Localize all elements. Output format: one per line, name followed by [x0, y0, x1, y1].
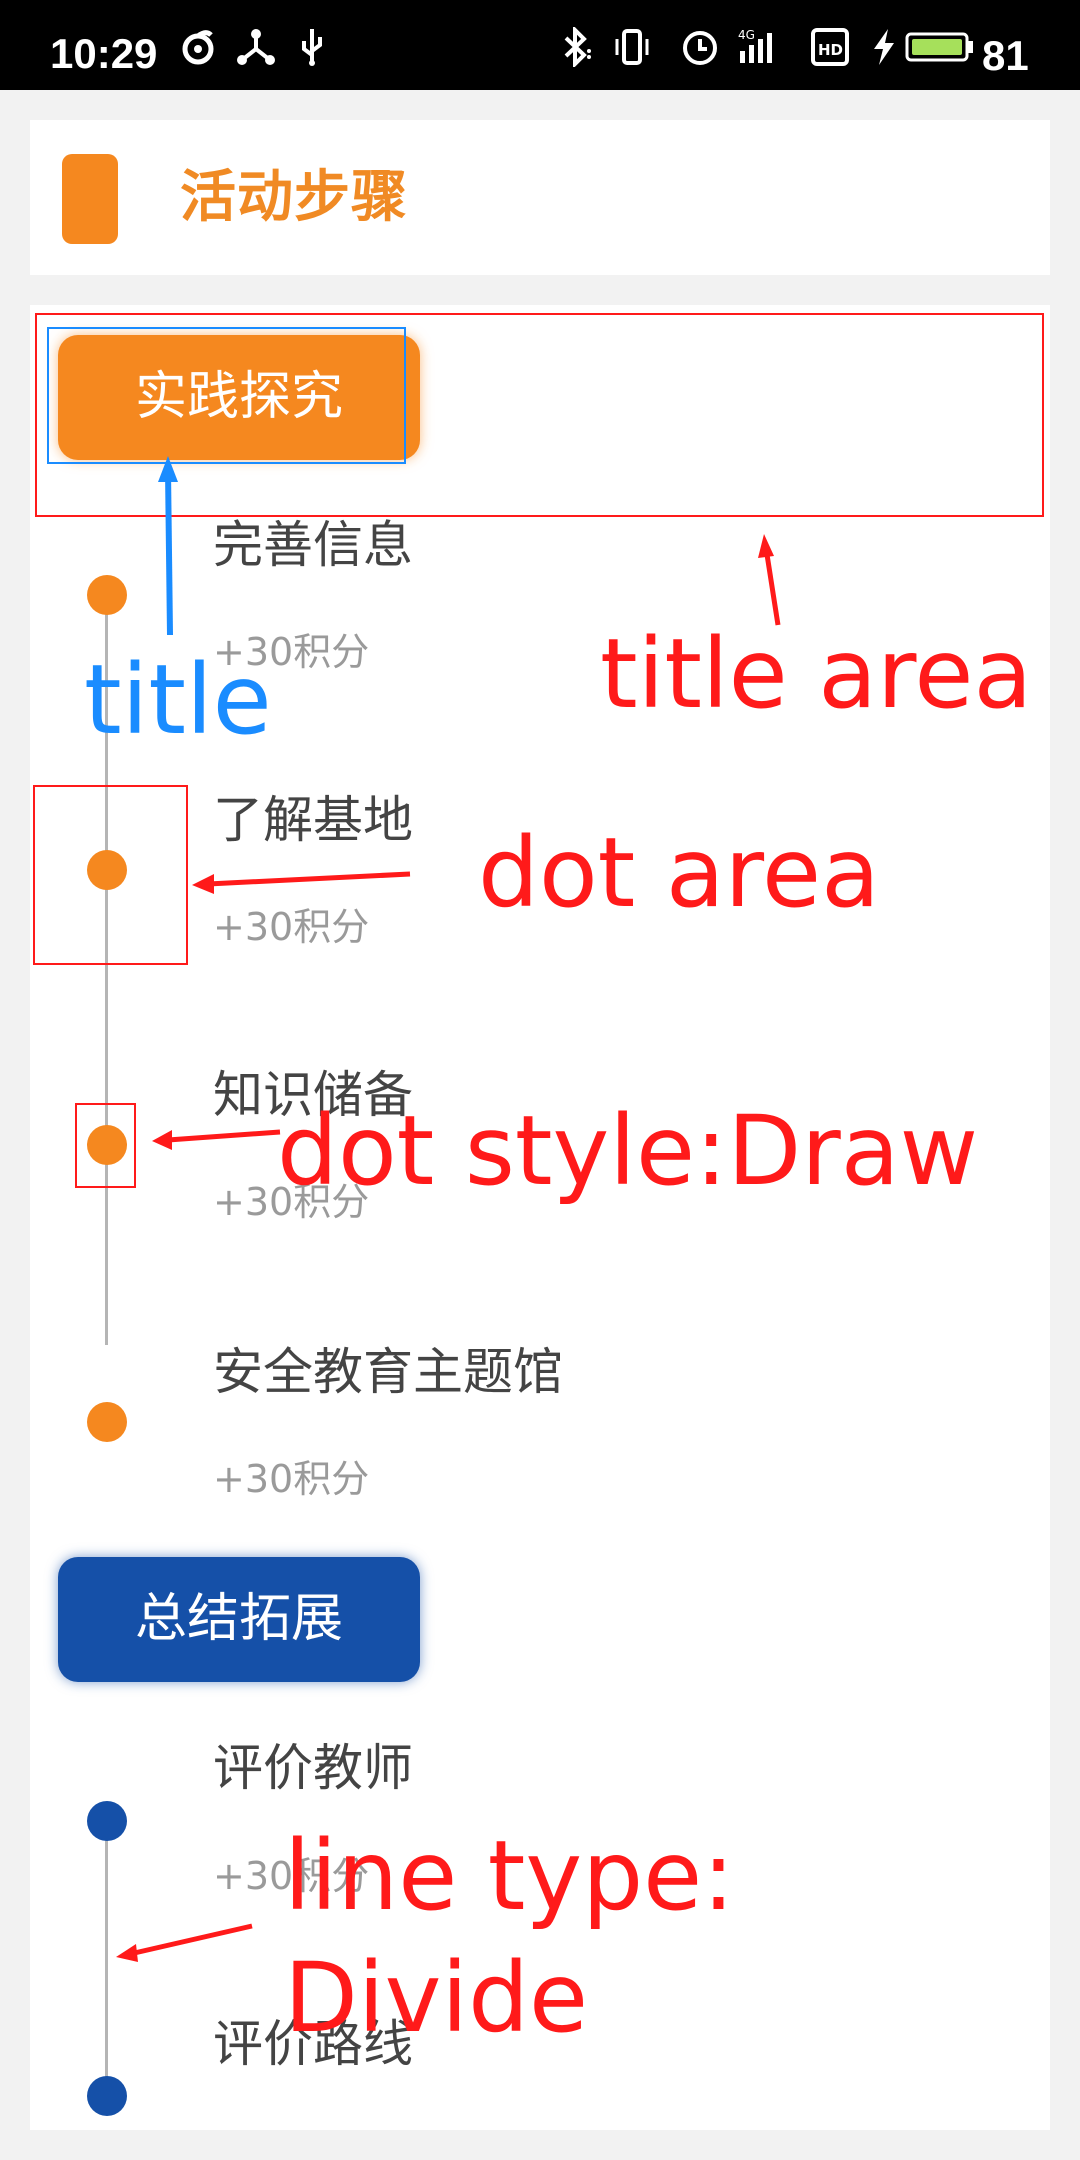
dot-area-highlight-box — [33, 785, 188, 965]
alarm-icon — [683, 31, 717, 65]
svg-text:4G: 4G — [738, 28, 755, 42]
annotation-line-type-label: line type: — [284, 1820, 735, 1932]
charging-icon — [874, 29, 894, 65]
notification-icon — [182, 30, 214, 65]
timeline-line — [105, 1822, 108, 2094]
header-accent-bar — [62, 154, 118, 244]
step-name[interactable]: 了解基地 — [213, 788, 413, 852]
hd-icon: HD — [811, 28, 849, 66]
timeline-dot — [87, 2076, 127, 2116]
timeline-dot — [87, 575, 127, 615]
step-name[interactable]: 完善信息 — [213, 513, 413, 577]
share-icon — [237, 29, 275, 65]
header-card: 活动步骤 — [30, 120, 1050, 275]
svg-text:HD: HD — [818, 41, 843, 59]
usb-icon — [302, 29, 322, 66]
battery-icon — [905, 32, 973, 62]
vibrate-icon — [615, 29, 649, 65]
status-bar: 10:29 4G HD 81 — [0, 0, 1080, 90]
signal-4g-icon: 4G — [738, 28, 772, 63]
step-points: +30积分 — [213, 905, 370, 949]
title-area-highlight-box — [35, 313, 1044, 517]
dot-style-highlight-box — [75, 1103, 136, 1188]
step-name[interactable]: 评价教师 — [213, 1736, 413, 1800]
timeline-dot — [87, 1402, 127, 1442]
annotation-title-area-label: title area — [600, 618, 1033, 730]
section-title-summary[interactable]: 总结拓展 — [58, 1557, 420, 1682]
annotation-line-type-value: Divide — [284, 1942, 589, 2054]
battery-level: 81 — [982, 32, 1029, 79]
step-name[interactable]: 安全教育主题馆 — [213, 1340, 563, 1404]
annotation-dot-style-label: dot style:Draw — [277, 1095, 979, 1207]
annotation-title-label: title — [84, 644, 272, 756]
status-time: 10:29 — [50, 30, 158, 77]
step-points: +30积分 — [213, 1457, 370, 1501]
page-title: 活动步骤 — [180, 165, 408, 230]
timeline-dot — [87, 1801, 127, 1841]
annotation-dot-area-label: dot area — [478, 817, 880, 929]
bluetooth-icon — [564, 27, 591, 67]
